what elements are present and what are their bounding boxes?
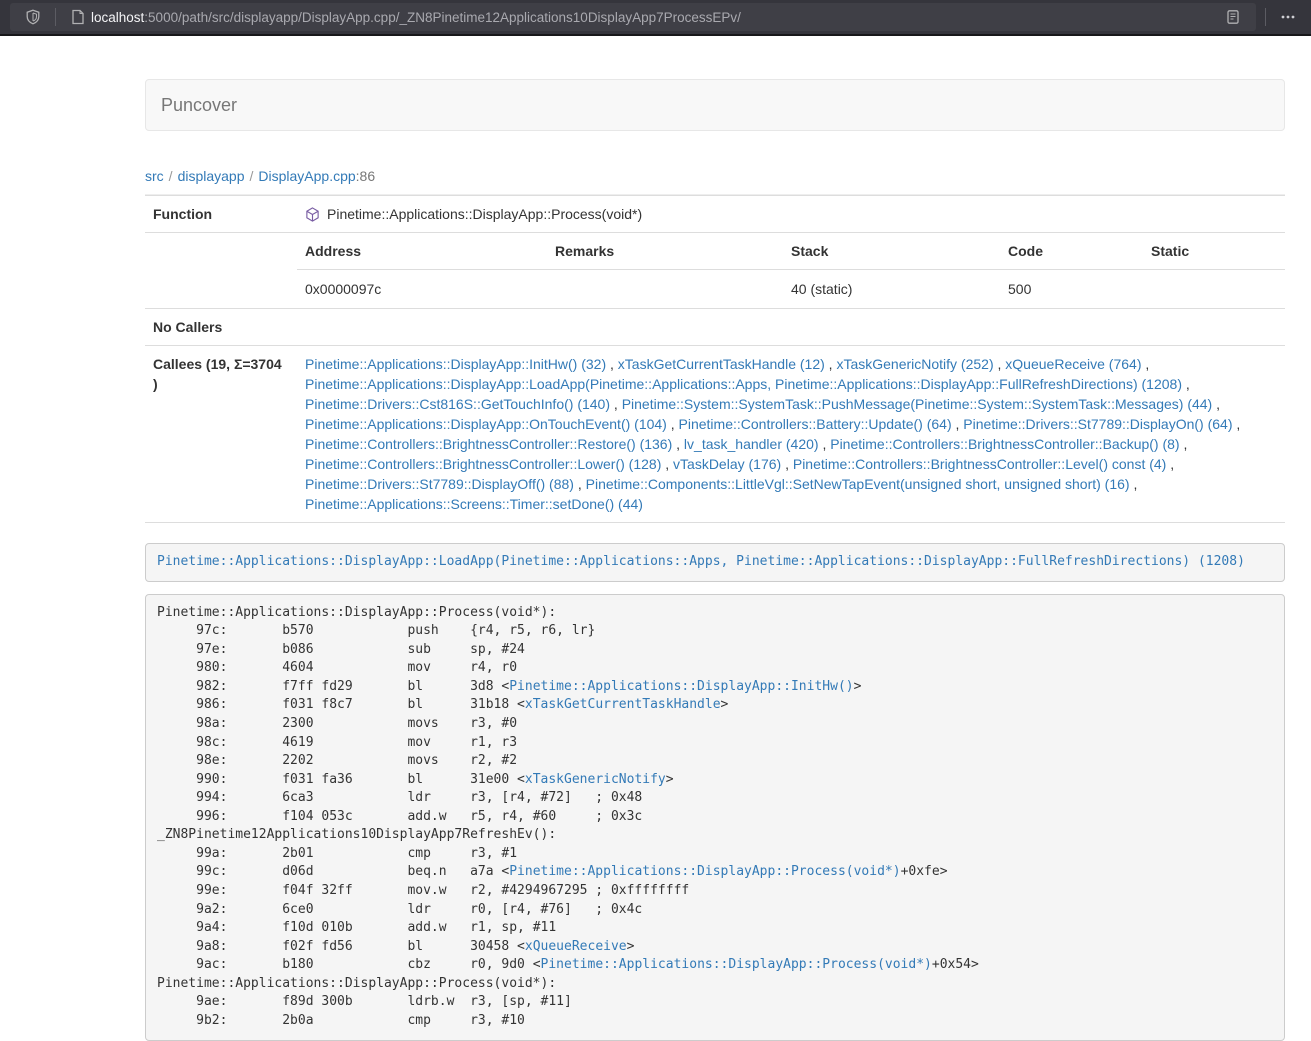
callee-separator: , (610, 396, 622, 412)
no-callers-row: No Callers (145, 309, 1285, 346)
callee-link[interactable]: Pinetime::Drivers::St7789::DisplayOff() … (305, 476, 574, 492)
callee-link[interactable]: Pinetime::Drivers::St7789::DisplayOn() (… (963, 416, 1232, 432)
page-actions-menu-icon[interactable] (1275, 4, 1301, 30)
callee-link[interactable]: lv_task_handler (420) (684, 436, 819, 452)
url-text[interactable]: localhost:5000/path/src/displayapp/Displ… (91, 10, 1220, 25)
stats-row: Address Remarks Stack Code Static 0x0000… (145, 233, 1285, 309)
callee-link[interactable]: Pinetime::Controllers::BrightnessControl… (305, 436, 672, 452)
function-table: Function Pinetime::Applications::Display… (145, 195, 1285, 523)
callee-link[interactable]: Pinetime::Applications::Screens::Timer::… (305, 496, 643, 512)
app-brand[interactable]: Puncover (161, 95, 237, 116)
callee-link[interactable]: Pinetime::Controllers::BrightnessControl… (793, 456, 1166, 472)
callee-separator: , (994, 356, 1006, 372)
column-header-address: Address (297, 233, 547, 270)
callee-link[interactable]: Pinetime::Components::LittleVgl::SetNewT… (586, 476, 1130, 492)
stats-value-row: 0x0000097c 40 (static) 500 (297, 270, 1285, 309)
code-value: 500 (1000, 270, 1143, 309)
callee-separator: , (1166, 456, 1174, 472)
callee-separator: , (667, 416, 679, 432)
app-navbar: Puncover (145, 79, 1285, 131)
callee-link[interactable]: Pinetime::Controllers::BrightnessControl… (830, 436, 1179, 452)
page-icon[interactable] (65, 4, 91, 30)
callee-link[interactable]: xQueueReceive (764) (1005, 356, 1141, 372)
asm-symbol-link[interactable]: xQueueReceive (525, 939, 627, 954)
callee-separator: , (672, 436, 684, 452)
shield-icon[interactable] (20, 4, 46, 30)
page-container: Puncover src/displayapp/DisplayApp.cpp:8… (145, 79, 1285, 1041)
breadcrumb-link-displayapp[interactable]: displayapp (178, 168, 245, 184)
callees-label: Callees (19, Σ=3704 ) (145, 346, 297, 523)
address-value: 0x0000097c (297, 270, 547, 309)
callee-link[interactable]: Pinetime::Controllers::Battery::Update()… (679, 416, 952, 432)
urlbar-divider (55, 8, 56, 26)
no-callers-label: No Callers (145, 309, 297, 346)
callee-link[interactable]: Pinetime::Applications::DisplayApp::Init… (305, 356, 606, 372)
callee-link[interactable]: xTaskGenericNotify (252) (836, 356, 993, 372)
callee-separator: , (819, 436, 831, 452)
callee-link[interactable]: Pinetime::System::SystemTask::PushMessag… (622, 396, 1213, 412)
callee-separator: , (606, 356, 618, 372)
toolbar-divider (1265, 8, 1266, 26)
callee-separator: , (1130, 476, 1138, 492)
callee-separator: , (1182, 376, 1190, 392)
asm-symbol-link[interactable]: xTaskGenericNotify (525, 772, 666, 787)
breadcrumb-link-file[interactable]: DisplayApp.cpp (258, 168, 355, 184)
asm-symbol-link[interactable]: Pinetime::Applications::DisplayApp::Proc… (541, 957, 932, 972)
callee-separator: , (1141, 356, 1149, 372)
callee-separator: , (661, 456, 673, 472)
callee-separator: , (952, 416, 964, 432)
callee-link[interactable]: Pinetime::Applications::DisplayApp::OnTo… (305, 416, 667, 432)
callee-link[interactable]: vTaskDelay (176) (673, 456, 781, 472)
callee-link[interactable]: Pinetime::Controllers::BrightnessControl… (305, 456, 661, 472)
callees-list: Pinetime::Applications::DisplayApp::Init… (297, 346, 1285, 523)
url-bar[interactable]: localhost:5000/path/src/displayapp/Displ… (10, 3, 1256, 31)
breadcrumb-separator: / (164, 168, 178, 184)
callee-link[interactable]: Pinetime::Applications::DisplayApp::Load… (305, 376, 1182, 392)
asm-symbol-link[interactable]: xTaskGetCurrentTaskHandle (525, 697, 721, 712)
loadapp-snippet-block: Pinetime::Applications::DisplayApp::Load… (145, 543, 1285, 582)
breadcrumb-separator: / (245, 168, 259, 184)
function-name: Pinetime::Applications::DisplayApp::Proc… (327, 206, 642, 222)
assembly-code: Pinetime::Applications::DisplayApp::Proc… (145, 594, 1285, 1041)
column-header-stack: Stack (783, 233, 1000, 270)
stats-table: Address Remarks Stack Code Static 0x0000… (297, 233, 1285, 308)
loadapp-snippet-link[interactable]: Pinetime::Applications::DisplayApp::Load… (157, 554, 1245, 569)
column-header-remarks: Remarks (547, 233, 783, 270)
callee-separator: , (574, 476, 586, 492)
stack-value: 40 (static) (783, 270, 1000, 309)
reader-mode-icon[interactable] (1220, 4, 1246, 30)
static-value (1143, 270, 1285, 309)
callees-row: Callees (19, Σ=3704 ) Pinetime::Applicat… (145, 346, 1285, 523)
column-header-code: Code (1000, 233, 1143, 270)
stats-header-row: Address Remarks Stack Code Static (297, 233, 1285, 270)
breadcrumb: src/displayapp/DisplayApp.cpp:86 (145, 168, 1285, 184)
column-header-static: Static (1143, 233, 1285, 270)
breadcrumb-link-src[interactable]: src (145, 168, 164, 184)
stats-table-cell: Address Remarks Stack Code Static 0x0000… (297, 233, 1285, 309)
function-label: Function (145, 196, 297, 233)
stats-row-spacer (145, 233, 297, 309)
function-name-cell: Pinetime::Applications::DisplayApp::Proc… (297, 196, 1285, 233)
callee-separator: , (1233, 416, 1241, 432)
callee-separator: , (825, 356, 837, 372)
browser-toolbar: localhost:5000/path/src/displayapp/Displ… (0, 0, 1311, 36)
callee-separator: , (1212, 396, 1220, 412)
function-row: Function Pinetime::Applications::Display… (145, 196, 1285, 233)
callee-link[interactable]: Pinetime::Drivers::Cst816S::GetTouchInfo… (305, 396, 610, 412)
asm-symbol-link[interactable]: Pinetime::Applications::DisplayApp::Init… (509, 679, 853, 694)
callee-separator: , (781, 456, 793, 472)
no-callers-cell (297, 309, 1285, 346)
url-host: localhost (91, 10, 144, 25)
remarks-value (547, 270, 783, 309)
asm-symbol-link[interactable]: Pinetime::Applications::DisplayApp::Proc… (509, 864, 900, 879)
url-path: :5000/path/src/displayapp/DisplayApp.cpp… (144, 10, 741, 25)
symbol-cube-icon (305, 207, 320, 222)
callee-separator: , (1180, 436, 1188, 452)
breadcrumb-line-number: :86 (356, 168, 375, 184)
callee-link[interactable]: xTaskGetCurrentTaskHandle (12) (618, 356, 825, 372)
